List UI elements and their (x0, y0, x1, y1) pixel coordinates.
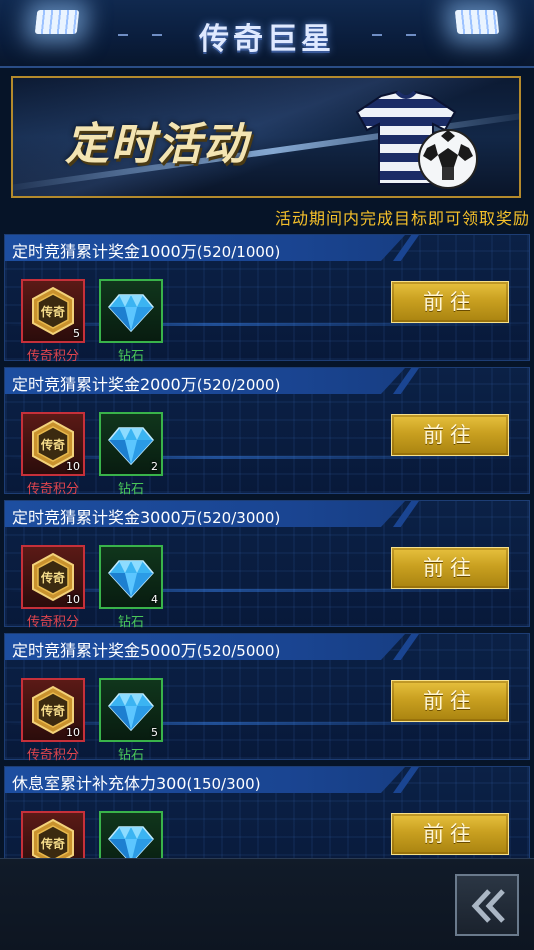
double-chevron-left-icon (471, 889, 505, 923)
reward-legend-points[interactable]: 传奇 5 (21, 279, 85, 343)
legend-badge-text: 传奇 (40, 570, 65, 585)
diamond-icon (108, 560, 154, 599)
task-progress: (520/1000) (196, 243, 281, 261)
reward-count: 10 (66, 726, 80, 739)
go-button[interactable]: 前往 (391, 414, 509, 456)
task-title-text: 定时竞猜累计奖金2000万 (12, 375, 197, 394)
task-list[interactable]: 定时竞猜累计奖金1000万(520/1000) 传奇 5 传奇积分 钻石 前往 … (0, 230, 534, 858)
event-hint-text: 活动期间内完成目标即可领取奖励 (274, 209, 530, 228)
reward-label: 传奇积分 (26, 349, 79, 364)
legend-points-icon: 传奇 (32, 286, 74, 336)
reward-count: 10 (66, 593, 80, 606)
reward-label: 钻石 (117, 482, 144, 497)
diamond-icon (108, 294, 154, 333)
go-button[interactable]: 前往 (391, 813, 509, 855)
diamond-icon (108, 693, 154, 732)
header: 传奇巨星 (0, 0, 534, 68)
diamond-icon (108, 826, 154, 858)
reward-count: 10 (66, 460, 80, 473)
task-progress: (520/3000) (196, 509, 281, 527)
reward-count: 5 (73, 327, 80, 340)
task-title-text: 休息室累计补充体力300 (12, 774, 187, 793)
task-title: 定时竞猜累计奖金5000万(520/5000) (12, 637, 280, 661)
reward-diamond[interactable] (99, 279, 163, 343)
reward-label: 传奇积分 (26, 748, 79, 763)
legend-badge-text: 传奇 (40, 836, 65, 851)
reward-count: 2 (151, 460, 158, 473)
reward-diamond[interactable]: 2 (99, 412, 163, 476)
go-button[interactable]: 前往 (391, 281, 509, 323)
task-title: 定时竞猜累计奖金1000万(520/1000) (12, 238, 280, 262)
footer-bar (0, 858, 534, 950)
legend-points-icon: 传奇 (32, 818, 74, 858)
task-progress: (520/5000) (196, 642, 281, 660)
task-title: 休息室累计补充体力300(150/300) (12, 770, 261, 794)
task-title: 定时竞猜累计奖金2000万(520/2000) (12, 371, 280, 395)
event-banner: 定时活动 (11, 76, 521, 198)
reward-legend-points[interactable]: 传奇 10 (21, 678, 85, 742)
go-button[interactable]: 前往 (391, 547, 509, 589)
task-title-text: 定时竞猜累计奖金3000万 (12, 508, 197, 527)
go-button[interactable]: 前往 (391, 680, 509, 722)
reward-label: 钻石 (117, 615, 144, 630)
reward-label: 钻石 (117, 748, 144, 763)
diamond-icon (108, 427, 154, 466)
task-card: 定时竞猜累计奖金1000万(520/1000) 传奇 5 传奇积分 钻石 前往 (4, 234, 530, 364)
reward-diamond[interactable] (99, 811, 163, 858)
task-card: 休息室累计补充体力300(150/300) 传奇 前往 (4, 766, 530, 858)
reward-legend-points[interactable]: 传奇 10 (21, 545, 85, 609)
reward-diamond[interactable]: 4 (99, 545, 163, 609)
reward-legend-points[interactable]: 传奇 (21, 811, 85, 858)
banner-title: 定时活动 (65, 119, 249, 170)
task-progress: (520/2000) (196, 376, 281, 394)
task-card: 定时竞猜累计奖金3000万(520/3000) 传奇 10 4 传奇积分 钻石 (4, 500, 530, 630)
reward-count: 5 (151, 726, 158, 739)
task-title: 定时竞猜累计奖金3000万(520/3000) (12, 504, 280, 528)
back-button[interactable] (455, 874, 519, 936)
task-title-text: 定时竞猜累计奖金1000万 (12, 242, 197, 261)
legend-badge-text: 传奇 (40, 304, 65, 319)
legend-badge-text: 传奇 (40, 437, 65, 452)
reward-label: 钻石 (117, 349, 144, 364)
reward-label: 传奇积分 (26, 482, 79, 497)
task-title-text: 定时竞猜累计奖金5000万 (12, 641, 197, 660)
task-card: 定时竞猜累计奖金5000万(520/5000) 传奇 10 5 传奇积分 钻石 (4, 633, 530, 763)
reward-label: 传奇积分 (26, 615, 79, 630)
soccer-ball-icon (418, 129, 478, 189)
reward-legend-points[interactable]: 传奇 10 (21, 412, 85, 476)
task-card: 定时竞猜累计奖金2000万(520/2000) 传奇 10 2 传奇积分 钻石 (4, 367, 530, 497)
page-title: 传奇巨星 (199, 22, 335, 57)
legend-badge-text: 传奇 (40, 703, 65, 718)
reward-count: 4 (151, 593, 158, 606)
reward-diamond[interactable]: 5 (99, 678, 163, 742)
task-progress: (150/300) (186, 775, 261, 793)
